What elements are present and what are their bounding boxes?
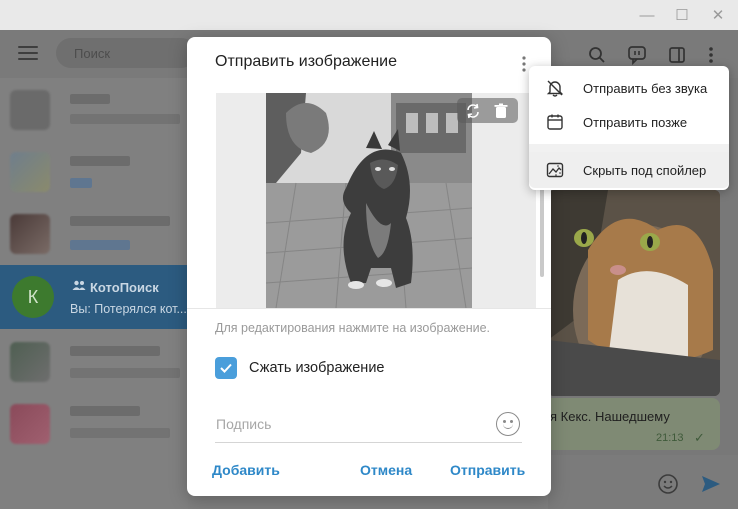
chat-list-item[interactable] bbox=[0, 394, 188, 456]
blurred-text bbox=[70, 178, 92, 188]
emoji-icon[interactable] bbox=[655, 471, 681, 497]
replace-image-icon[interactable] bbox=[462, 100, 484, 122]
maximize-button[interactable]: ☐ bbox=[664, 0, 700, 30]
blurred-text bbox=[70, 240, 130, 250]
read-check-icon: ✓ bbox=[694, 430, 705, 445]
message-text: я Кекс. Нашедшему bbox=[550, 409, 670, 424]
blurred-text bbox=[70, 94, 110, 104]
divider bbox=[187, 308, 551, 309]
blurred-text bbox=[70, 406, 140, 416]
minimize-button[interactable]: — bbox=[629, 0, 665, 30]
edit-hint: Для редактирования нажмите на изображени… bbox=[215, 321, 491, 335]
muted-bell-icon bbox=[545, 78, 565, 98]
avatar bbox=[10, 342, 50, 382]
chat-list-item[interactable] bbox=[0, 80, 188, 142]
delete-image-icon[interactable] bbox=[490, 100, 512, 122]
search-placeholder: Поиск bbox=[74, 46, 111, 61]
message-bubble[interactable] bbox=[532, 398, 720, 450]
calendar-icon bbox=[545, 112, 565, 132]
blurred-text bbox=[70, 428, 170, 438]
sidebar-toggle-icon[interactable] bbox=[666, 44, 688, 66]
caption-input[interactable]: Подпись bbox=[216, 416, 271, 432]
menu-item-label: Отправить позже bbox=[583, 115, 688, 130]
avatar bbox=[10, 404, 50, 444]
group-icon bbox=[72, 280, 86, 294]
image-preview[interactable] bbox=[266, 93, 472, 308]
compress-checkbox[interactable] bbox=[215, 357, 237, 379]
compress-label[interactable]: Сжать изображение bbox=[249, 360, 384, 376]
cancel-button[interactable]: Отмена bbox=[360, 462, 412, 478]
close-icon: ✕ bbox=[711, 7, 725, 24]
avatar: К bbox=[12, 276, 54, 318]
chat-name: КотоПоиск bbox=[90, 280, 159, 295]
blurred-text bbox=[70, 368, 180, 378]
spoiler-icon bbox=[545, 160, 565, 180]
menu-item-label: Скрыть под спойлер bbox=[583, 163, 707, 178]
maximize-icon: ☐ bbox=[675, 7, 689, 24]
blurred-text bbox=[70, 216, 170, 226]
menu-icon[interactable] bbox=[18, 46, 38, 60]
menu-separator bbox=[529, 144, 729, 152]
chat-list-item[interactable] bbox=[0, 142, 188, 204]
dialog-title: Отправить изображение bbox=[215, 53, 398, 70]
message-photo[interactable] bbox=[548, 190, 720, 396]
avatar bbox=[10, 90, 50, 130]
send-button[interactable]: Отправить bbox=[450, 462, 525, 478]
blurred-text bbox=[70, 114, 180, 124]
window-titlebar bbox=[0, 0, 738, 30]
chat-preview: Вы: Потерялся кот... bbox=[70, 302, 187, 316]
avatar bbox=[10, 152, 50, 192]
chat-list-item[interactable] bbox=[0, 204, 188, 266]
chat-list-item[interactable] bbox=[0, 332, 188, 394]
blurred-text bbox=[70, 156, 130, 166]
voice-chat-icon[interactable] bbox=[626, 44, 648, 66]
close-window-button[interactable]: ✕ bbox=[700, 0, 736, 30]
avatar bbox=[10, 214, 50, 254]
caption-underline bbox=[215, 442, 522, 443]
search-icon[interactable] bbox=[586, 44, 608, 66]
more-vert-icon[interactable] bbox=[700, 44, 722, 66]
blurred-text bbox=[70, 346, 160, 356]
minimize-icon: — bbox=[639, 6, 655, 24]
add-button[interactable]: Добавить bbox=[212, 462, 280, 478]
menu-item-label: Отправить без звука bbox=[583, 81, 708, 96]
send-icon[interactable] bbox=[698, 471, 724, 497]
message-time: 21:13 bbox=[656, 432, 684, 444]
